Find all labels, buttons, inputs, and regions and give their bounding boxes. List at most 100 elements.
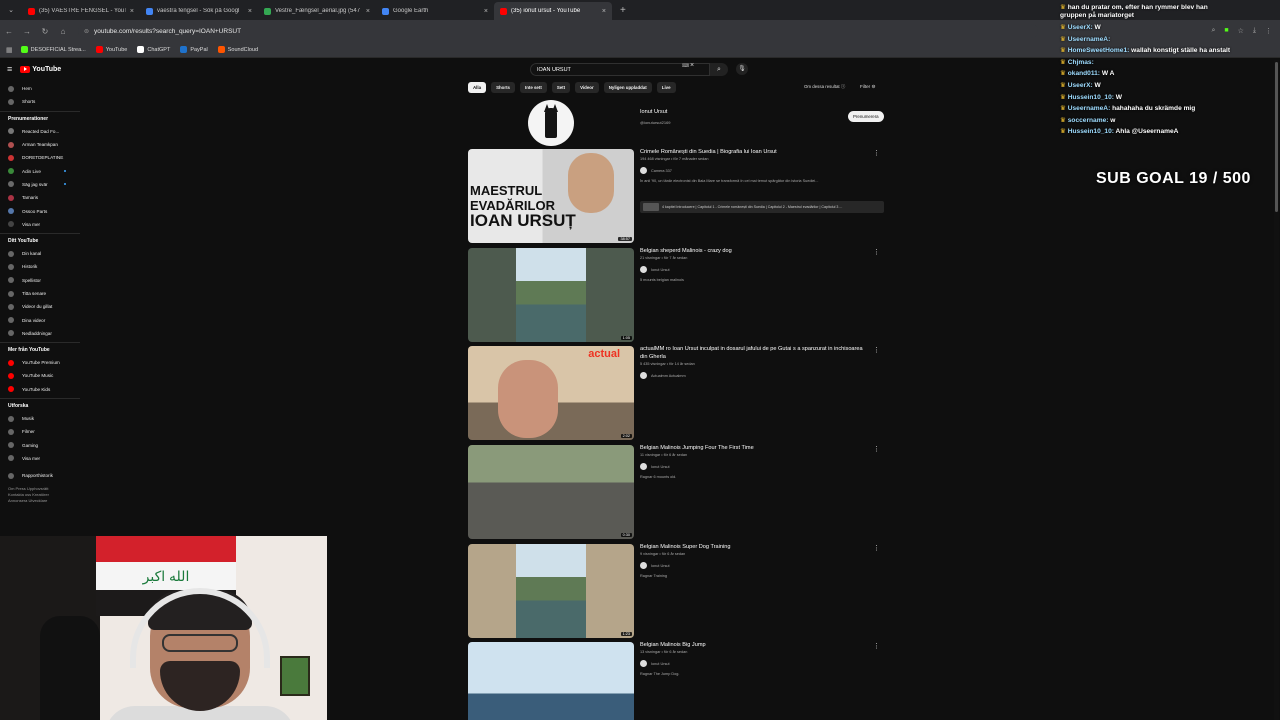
bookmark-item[interactable]: SoundCloud: [217, 46, 258, 53]
sidebar-item-more[interactable]: YouTube Music: [0, 369, 80, 382]
video-thumbnail[interactable]: 1:23: [468, 544, 634, 638]
video-title[interactable]: Belgian Malinois Jumping Four The First …: [640, 445, 870, 453]
sidebar-item-explore[interactable]: Gaming: [0, 439, 80, 452]
sidebar-item-explore[interactable]: Filmer: [0, 425, 80, 438]
sidebar-item-you[interactable]: Titta senare: [0, 287, 80, 300]
sidebar-item-explore[interactable]: Musik: [0, 412, 80, 425]
sidebar-item-subscription[interactable]: Säg jag svär: [0, 178, 80, 191]
video-result[interactable]: MAESTRUL EVADĂRILOR IOAN URSUȚ 38:57 Crimele…: [468, 149, 884, 243]
filter-button[interactable]: Filter ⚙: [860, 84, 876, 90]
video-chapters[interactable]: 4 kapitel Introducere | Capitolul 1 - Cr…: [640, 201, 884, 213]
filter-chip[interactable]: Live: [656, 82, 676, 93]
sidebar-item-subscription[interactable]: Reacted Dad Fo...: [0, 125, 80, 138]
browser-tab[interactable]: vaestra fengsel - Sök på Googl ×: [140, 2, 258, 20]
sidebar-item-main[interactable]: Hem: [0, 82, 80, 95]
sidebar-item-subscription[interactable]: Tamaris: [0, 191, 80, 204]
scrollbar-thumb[interactable]: [1275, 62, 1278, 212]
video-title[interactable]: Belgian sheperd Malinois - crazy dog: [640, 248, 870, 256]
subscriptions-heading[interactable]: Prenumerationer: [0, 110, 80, 125]
channel-result[interactable]: Ionut Ursut @ionutursut2169 Prenumerera: [468, 100, 888, 146]
video-thumbnail[interactable]: MAESTRUL EVADĂRILOR IOAN URSUȚ 38:57: [468, 149, 634, 243]
tab-close-icon[interactable]: ×: [484, 8, 488, 15]
tab-close-icon[interactable]: ×: [248, 8, 252, 15]
sidebar-item-you[interactable]: Nedladdningar: [0, 327, 80, 340]
tab-close-icon[interactable]: ×: [130, 8, 134, 15]
filter-chip[interactable]: Videor: [575, 82, 599, 93]
more-options-icon[interactable]: ⋮: [873, 445, 880, 453]
sidebar-item-subscription[interactable]: Arman Teamkpan: [0, 138, 80, 151]
video-channel[interactable]: Camera 337: [640, 167, 672, 174]
bookmark-item[interactable]: YouTube: [95, 46, 127, 53]
url-bar[interactable]: ⊜ youtube.com/results?search_query=IOAN+…: [78, 24, 1038, 38]
video-result[interactable]: actual 2:02 actualMM ro Ioan Ursut inculpa…: [468, 346, 884, 440]
more-options-icon[interactable]: ⋮: [873, 544, 880, 552]
filter-chip[interactable]: Inte sett: [519, 82, 547, 93]
video-channel[interactable]: Ionut Ursut: [640, 562, 670, 569]
filter-chip[interactable]: Shorts: [491, 82, 515, 93]
sidebar-item-main[interactable]: Shorts: [0, 95, 80, 108]
video-thumbnail[interactable]: 0:30: [468, 445, 634, 539]
video-title[interactable]: Crimele Românești din Suedia | Biografia…: [640, 149, 870, 157]
video-channel[interactable]: Ionut Ursut: [640, 660, 670, 667]
tab-search-icon[interactable]: ⌄: [0, 6, 22, 14]
apps-icon[interactable]: ▦: [6, 46, 13, 54]
sidebar-item-you[interactable]: Dina videor: [0, 313, 80, 326]
video-title[interactable]: Belgian Malinois Big Jump: [640, 642, 870, 650]
keyboard-icon[interactable]: ⌨: [682, 63, 689, 69]
sidebar-item-you[interactable]: Videor du gillat: [0, 300, 80, 313]
new-tab-button[interactable]: +: [620, 5, 626, 16]
browser-tab[interactable]: Google Earth ×: [376, 2, 494, 20]
video-result[interactable]: Belgian Malinois Big Jump 13 visningar • …: [468, 642, 884, 720]
sidebar-item-more[interactable]: YouTube Premium: [0, 356, 80, 369]
browser-tab[interactable]: Vestre_Fængsel_aerial.jpg (547 ×: [258, 2, 376, 20]
sidebar-item-you[interactable]: Spellistor: [0, 274, 80, 287]
explore-heading[interactable]: Utforska: [0, 397, 80, 412]
about-results[interactable]: Om dessa resultat ⓘ: [804, 84, 845, 90]
mic-icon[interactable]: 🎙: [736, 63, 748, 75]
home-icon[interactable]: ⌂: [54, 27, 72, 36]
sidebar-item-you[interactable]: Historik: [0, 260, 80, 273]
video-thumbnail[interactable]: actual 2:02: [468, 346, 634, 440]
more-options-icon[interactable]: ⋮: [873, 346, 880, 354]
sidebar-item-explore[interactable]: Visa mer: [0, 452, 80, 465]
channel-avatar[interactable]: [528, 100, 574, 146]
site-info-icon[interactable]: ⊜: [84, 28, 89, 35]
subscribe-button[interactable]: Prenumerera: [848, 111, 884, 122]
your-youtube-heading[interactable]: Ditt YouTube: [0, 232, 80, 247]
tab-close-icon[interactable]: ×: [602, 8, 606, 15]
more-options-icon[interactable]: ⋮: [873, 248, 880, 256]
sidebar-item-report[interactable]: Rapporthistorik: [0, 469, 80, 482]
filter-chip[interactable]: Sett: [551, 82, 571, 93]
video-channel[interactable]: Actualmm Actualmm: [640, 372, 686, 379]
video-thumbnail[interactable]: 1:05: [468, 248, 634, 342]
bookmark-item[interactable]: DESOFFICIAL Strea...: [20, 46, 86, 53]
filter-chip[interactable]: Nyligen uppladdat: [603, 82, 652, 93]
video-result[interactable]: 0:30 Belgian Malinois Jumping Four The Fi…: [468, 445, 884, 539]
sidebar-item-you[interactable]: Din kanal: [0, 247, 80, 260]
video-thumbnail[interactable]: [468, 642, 634, 720]
menu-hamburger-icon[interactable]: ≡: [7, 64, 12, 74]
search-button[interactable]: ⌕: [710, 63, 728, 76]
sidebar-item-subscription[interactable]: Adin Live: [0, 164, 80, 177]
page-scrollbar[interactable]: [1274, 60, 1279, 720]
video-title[interactable]: actualMM ro Ioan Ursut inculpat in dosar…: [640, 346, 870, 361]
more-options-icon[interactable]: ⋮: [873, 149, 880, 157]
more-from-youtube-heading[interactable]: Mer från YouTube: [0, 342, 80, 356]
filter-chip[interactable]: Alla: [468, 82, 487, 93]
reload-icon[interactable]: ↻: [36, 27, 54, 36]
youtube-logo[interactable]: YouTube: [20, 65, 61, 73]
video-title[interactable]: Belgian Malinois Super Dog Training: [640, 544, 870, 552]
browser-tab[interactable]: (35) VÄESTRE FENGSEL - YouTu ×: [22, 2, 140, 20]
sidebar-item-subscription[interactable]: DORETDEPLATINE: [0, 151, 80, 164]
bookmark-item[interactable]: PayPal: [180, 46, 208, 53]
channel-name[interactable]: Ionut Ursut: [640, 109, 667, 115]
bookmark-item[interactable]: ChatGPT: [137, 46, 170, 53]
video-channel[interactable]: Ionut Ursut: [640, 463, 670, 470]
forward-icon[interactable]: →: [18, 27, 36, 36]
sidebar-item-subscription[interactable]: Ossoo Parts: [0, 204, 80, 217]
video-channel[interactable]: Ionut Ursut: [640, 266, 670, 273]
tab-close-icon[interactable]: ×: [366, 8, 370, 15]
video-result[interactable]: 1:23 Belgian Malinois Super Dog Training 9…: [468, 544, 884, 638]
video-result[interactable]: 1:05 Belgian sheperd Malinois - crazy dog…: [468, 248, 884, 342]
sidebar-item-subscription[interactable]: Visa mer: [0, 218, 80, 231]
